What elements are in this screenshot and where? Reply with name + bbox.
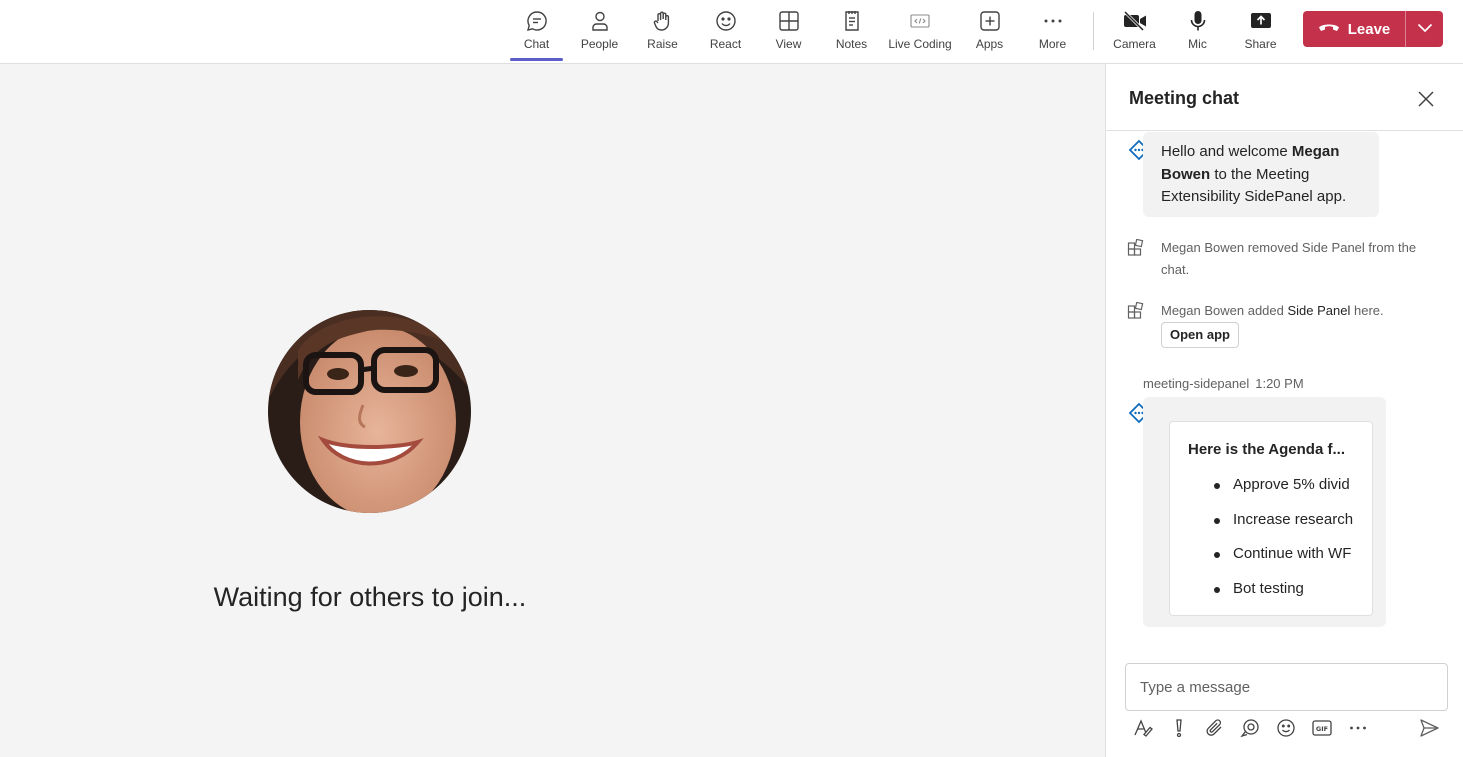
react-label: React [709,37,742,51]
meeting-toolbar: Chat People Raise React View Notes Live … [0,0,1463,64]
view-button[interactable]: View [757,0,820,64]
apps-label: Apps [975,37,1004,51]
message-meta: meeting-sidepanel 1:20 PM [1143,376,1304,391]
more-options-icon[interactable] [1347,717,1369,739]
gif-icon[interactable]: GIF [1311,717,1333,739]
share-screen-icon [1248,8,1274,34]
chat-header: Meeting chat [1106,64,1463,131]
mic-label: Mic [1188,37,1207,51]
sender-name: meeting-sidepanel [1143,376,1250,391]
grid-view-icon [776,8,802,34]
agenda-message: Here is the Agenda f... Approve 5% divid… [1143,397,1386,627]
chat-button[interactable]: Chat [510,0,563,64]
list-item: Continue with WF [1213,541,1353,576]
welcome-text: Hello and welcome [1161,143,1292,160]
attach-icon[interactable] [1204,717,1226,739]
app-icon [1127,301,1145,320]
message-input[interactable] [1125,663,1448,711]
leave-button[interactable]: Leave [1303,11,1443,47]
close-icon[interactable] [1415,88,1437,110]
added-text-suffix: here. [1350,303,1384,318]
meeting-chat-panel: Meeting chat Hello and welcome Megan Bow… [1105,64,1463,757]
leave-label: Leave [1347,20,1391,38]
raise-label: Raise [647,37,678,51]
list-item: Bot testing [1213,576,1353,611]
share-button[interactable]: Share [1229,0,1292,64]
emoji-icon[interactable] [1275,717,1297,739]
notes-icon [839,8,865,34]
notes-button[interactable]: Notes [820,0,883,64]
list-item: Approve 5% divid [1213,472,1353,507]
message-time: 1:20 PM [1255,376,1304,391]
important-icon[interactable] [1168,717,1190,739]
people-button[interactable]: People [568,0,631,64]
more-label: More [1038,37,1067,51]
chevron-down-icon [1417,20,1433,38]
raise-hand-button[interactable]: Raise [631,0,694,64]
add-apps-icon [977,8,1003,34]
more-icon [1040,8,1066,34]
app-icon [1127,238,1145,257]
share-label: Share [1244,37,1277,51]
meeting-stage: Waiting for others to join... [0,64,1105,757]
agenda-title: Here is the Agenda f... [1188,441,1345,458]
system-message-removed: Megan Bowen removed Side Panel from the … [1161,240,1417,277]
camera-button[interactable]: Camera [1103,0,1166,64]
added-app-name: Side Panel [1287,303,1351,318]
hang-up-icon [1318,20,1340,38]
people-label: People [580,37,619,51]
open-app-button[interactable]: Open app [1161,322,1239,348]
agenda-card[interactable]: Here is the Agenda f... Approve 5% divid… [1169,421,1373,616]
svg-text:GIF: GIF [1316,725,1328,733]
mic-icon [1185,8,1211,34]
mic-button[interactable]: Mic [1166,0,1229,64]
waiting-message: Waiting for others to join... [213,582,527,612]
chat-title: Meeting chat [1129,88,1240,108]
more-button[interactable]: More [1021,0,1084,64]
camera-label: Camera [1113,37,1156,51]
camera-off-icon [1122,8,1148,34]
leave-options-button[interactable] [1406,11,1443,47]
agenda-list: Approve 5% divid Increase research Conti… [1213,472,1353,611]
toolbar-divider [1093,12,1094,50]
added-text: Megan Bowen added [1161,303,1288,318]
loop-icon[interactable] [1239,717,1261,739]
chat-label: Chat [523,37,550,51]
smiley-icon [713,8,739,34]
leave-main[interactable]: Leave [1303,11,1405,47]
system-message-added: Megan Bowen added Side Panel here. [1161,300,1421,322]
welcome-message: Hello and welcome Megan Bowen to the Mee… [1143,132,1379,217]
react-button[interactable]: React [694,0,757,64]
hand-icon [650,8,676,34]
send-icon[interactable] [1418,717,1440,739]
live-coding-icon [907,8,933,34]
view-label: View [775,37,802,51]
participant-avatar [268,310,471,513]
list-item: Increase research [1213,507,1353,542]
live-coding-label: Live Coding [888,37,952,51]
apps-button[interactable]: Apps [958,0,1021,64]
live-coding-button[interactable]: Live Coding [883,0,957,64]
chat-icon [524,8,550,34]
people-icon [587,8,613,34]
format-icon[interactable] [1132,717,1154,739]
notes-label: Notes [835,37,868,51]
